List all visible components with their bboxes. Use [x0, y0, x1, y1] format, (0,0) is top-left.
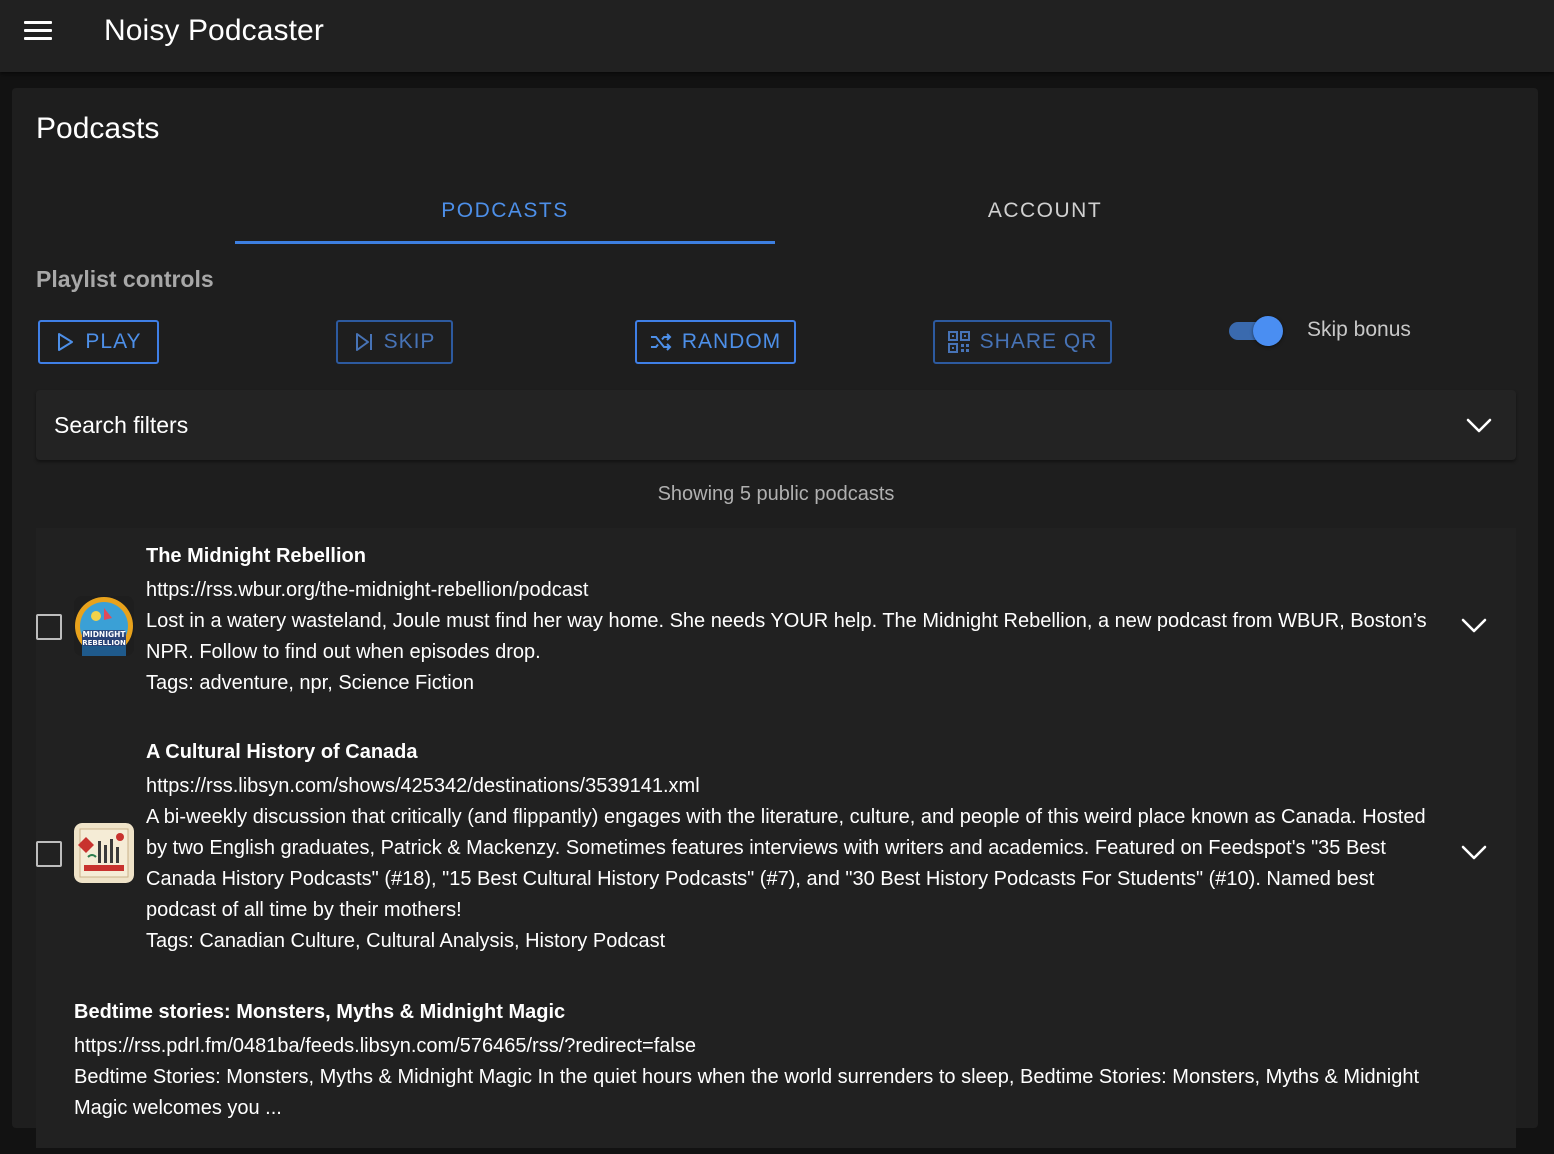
- play-icon: [58, 333, 74, 351]
- tab-podcasts[interactable]: PODCASTS: [235, 178, 775, 244]
- podcast-title: Bedtime stories: Monsters, Myths & Midni…: [74, 1001, 566, 1023]
- skip-label: SKIP: [383, 330, 436, 353]
- podcast-description: Bedtime Stories: Monsters, Myths & Midni…: [74, 1066, 1420, 1119]
- app-title: Noisy Podcaster: [104, 14, 324, 47]
- list-item: A Cultural History of Canada https://rss…: [36, 724, 1516, 984]
- tab-account[interactable]: ACCOUNT: [775, 178, 1315, 244]
- list-item: MIDNIGHT REBELLION The Midnight Rebellio…: [36, 528, 1516, 718]
- podcast-thumbnail: [74, 823, 134, 883]
- podcast-description: Lost in a watery wasteland, Joule must f…: [146, 610, 1427, 663]
- podcast-url: https://rss.wbur.org/the-midnight-rebell…: [146, 579, 589, 601]
- podcast-checkbox[interactable]: [36, 841, 62, 867]
- skip-bonus-label: Skip bonus: [1307, 318, 1411, 341]
- hamburger-menu-icon[interactable]: [24, 21, 52, 41]
- svg-text:MIDNIGHT: MIDNIGHT: [82, 630, 126, 639]
- podcast-tags: Tags: adventure, npr, Science Fiction: [146, 672, 474, 694]
- podcast-title: A Cultural History of Canada: [146, 741, 418, 763]
- skip-bonus-toggle[interactable]: [1229, 316, 1285, 346]
- play-button[interactable]: PLAY: [38, 320, 159, 364]
- page-title: Podcasts: [36, 112, 160, 145]
- podcast-thumbnail: MIDNIGHT REBELLION: [74, 596, 134, 656]
- skip-next-icon: [355, 333, 372, 351]
- chevron-down-icon[interactable]: [1465, 417, 1493, 435]
- active-tab-indicator: [235, 241, 775, 244]
- shuffle-icon: [650, 333, 672, 351]
- podcast-description: A bi-weekly discussion that critically (…: [146, 806, 1426, 921]
- random-button[interactable]: RANDOM: [635, 320, 796, 364]
- toggle-thumb: [1253, 316, 1283, 346]
- expand-chevron-icon[interactable]: [1460, 844, 1488, 862]
- share-qr-button[interactable]: SHARE QR: [933, 320, 1112, 364]
- podcast-checkbox[interactable]: [36, 614, 62, 640]
- podcast-content: The Midnight Rebellion https://rss.wbur.…: [146, 540, 1436, 699]
- tab-bar: PODCASTS ACCOUNT: [235, 178, 1315, 244]
- random-label: RANDOM: [681, 330, 782, 353]
- search-filters-label: Search filters: [54, 412, 189, 438]
- app-bar: Noisy Podcaster: [0, 0, 1554, 72]
- qr-code-icon: [947, 331, 970, 353]
- podcast-content: A Cultural History of Canada https://rss…: [146, 736, 1436, 957]
- list-item: Bedtime stories: Monsters, Myths & Midni…: [36, 984, 1516, 1154]
- podcast-tags: Tags: Canadian Culture, Cultural Analysi…: [146, 930, 666, 952]
- results-summary: Showing 5 public podcasts: [657, 483, 895, 505]
- expand-chevron-icon[interactable]: [1460, 617, 1488, 635]
- skip-button[interactable]: SKIP: [336, 320, 453, 364]
- podcast-title: The Midnight Rebellion: [146, 545, 366, 567]
- search-filters-panel[interactable]: Search filters: [36, 390, 1516, 460]
- podcast-list: MIDNIGHT REBELLION The Midnight Rebellio…: [36, 528, 1516, 1148]
- podcasts-card: Podcasts PODCASTS ACCOUNT Playlist contr…: [12, 88, 1538, 1148]
- svg-text:REBELLION: REBELLION: [82, 639, 126, 647]
- share-qr-label: SHARE QR: [979, 330, 1098, 353]
- podcast-content: Bedtime stories: Monsters, Myths & Midni…: [74, 996, 1464, 1124]
- podcast-url: https://rss.pdrl.fm/0481ba/feeds.libsyn.…: [74, 1035, 696, 1057]
- play-label: PLAY: [85, 330, 142, 353]
- podcast-url: https://rss.libsyn.com/shows/425342/dest…: [146, 775, 700, 797]
- playlist-controls-label: Playlist controls: [36, 266, 214, 292]
